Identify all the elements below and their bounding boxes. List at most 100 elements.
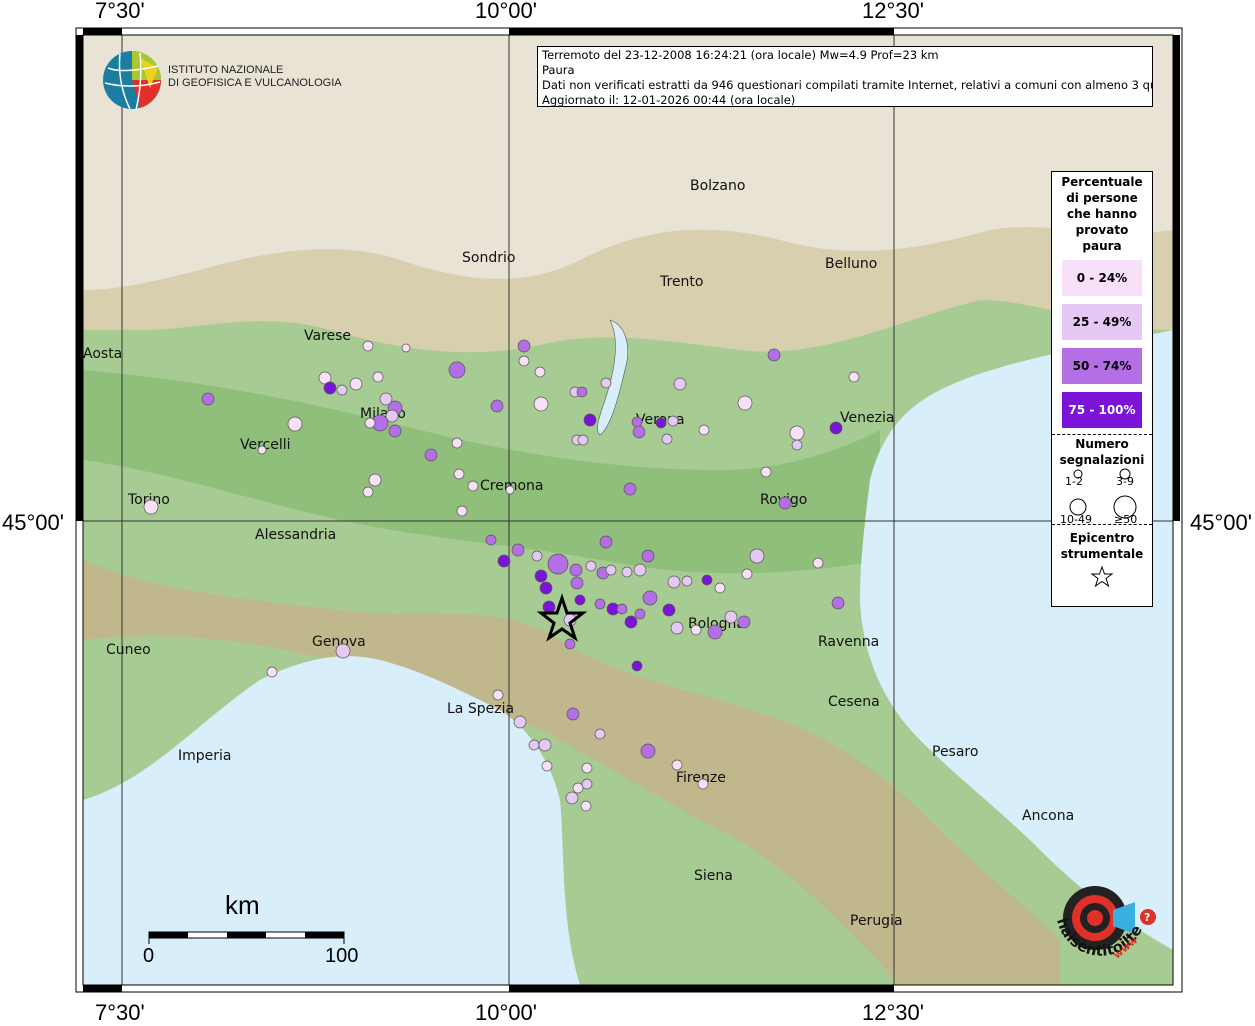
report-point[interactable]	[655, 417, 667, 429]
report-point[interactable]	[667, 575, 681, 589]
report-point[interactable]	[623, 482, 637, 496]
report-point[interactable]	[453, 468, 465, 480]
report-point[interactable]	[583, 413, 597, 427]
report-point[interactable]	[287, 416, 303, 432]
report-point[interactable]	[490, 399, 504, 413]
report-point[interactable]	[632, 425, 646, 439]
report-point[interactable]	[518, 355, 530, 367]
report-point[interactable]	[349, 377, 363, 391]
report-point[interactable]	[662, 603, 676, 617]
report-point[interactable]	[848, 371, 860, 383]
report-point[interactable]	[323, 381, 337, 395]
report-point[interactable]	[448, 361, 466, 379]
report-point[interactable]	[714, 582, 726, 594]
report-point[interactable]	[497, 554, 511, 568]
report-point[interactable]	[737, 395, 753, 411]
report-point[interactable]	[570, 576, 584, 590]
report-point[interactable]	[451, 437, 463, 449]
report-point[interactable]	[541, 760, 553, 772]
report-point[interactable]	[661, 433, 673, 445]
report-point[interactable]	[572, 782, 584, 794]
report-point[interactable]	[533, 396, 549, 412]
report-point[interactable]	[511, 543, 525, 557]
report-point[interactable]	[372, 371, 384, 383]
report-point[interactable]	[201, 392, 215, 406]
report-point[interactable]	[456, 505, 468, 517]
report-point[interactable]	[424, 448, 438, 462]
report-point[interactable]	[697, 778, 709, 790]
report-point[interactable]	[388, 424, 402, 438]
report-point[interactable]	[673, 377, 687, 391]
report-point[interactable]	[778, 496, 792, 510]
report-point[interactable]	[640, 743, 656, 759]
report-point[interactable]	[513, 715, 527, 729]
report-point[interactable]	[690, 624, 702, 636]
report-point[interactable]	[362, 486, 374, 498]
report-point[interactable]	[616, 603, 628, 615]
report-point[interactable]	[829, 421, 843, 435]
report-point[interactable]	[574, 594, 586, 606]
report-point[interactable]	[737, 615, 751, 629]
report-point[interactable]	[538, 738, 552, 752]
report-point[interactable]	[581, 762, 593, 774]
report-point[interactable]	[724, 610, 738, 624]
report-point[interactable]	[143, 499, 159, 515]
report-point[interactable]	[505, 485, 515, 495]
report-point[interactable]	[681, 575, 693, 587]
report-point[interactable]	[641, 549, 655, 563]
haisentito-logo[interactable]: ? haisentitoilterremoto.it www	[1027, 841, 1165, 985]
report-point[interactable]	[362, 340, 374, 352]
report-point[interactable]	[701, 574, 713, 586]
report-point[interactable]	[485, 534, 497, 546]
report-point[interactable]	[517, 339, 531, 353]
report-point[interactable]	[707, 624, 723, 640]
report-point[interactable]	[791, 439, 803, 451]
report-point[interactable]	[492, 689, 504, 701]
report-point[interactable]	[539, 581, 553, 595]
report-point[interactable]	[335, 643, 351, 659]
report-point[interactable]	[634, 608, 646, 620]
report-point[interactable]	[576, 386, 588, 398]
report-point[interactable]	[812, 557, 824, 569]
report-point[interactable]	[528, 739, 540, 751]
report-point[interactable]	[624, 615, 638, 629]
report-point[interactable]	[749, 548, 765, 564]
report-point[interactable]	[534, 366, 546, 378]
report-point[interactable]	[594, 598, 606, 610]
report-point[interactable]	[767, 348, 781, 362]
report-point[interactable]	[605, 564, 617, 576]
report-point[interactable]	[760, 466, 772, 478]
report-point[interactable]	[698, 424, 710, 436]
report-point[interactable]	[621, 566, 633, 578]
report-point[interactable]	[531, 550, 543, 562]
report-point[interactable]	[631, 416, 643, 428]
report-point[interactable]	[566, 707, 580, 721]
report-point[interactable]	[364, 417, 376, 429]
report-point[interactable]	[565, 791, 579, 805]
report-point[interactable]	[542, 600, 556, 614]
report-point[interactable]	[467, 480, 479, 492]
report-point[interactable]	[581, 778, 593, 790]
report-point[interactable]	[368, 473, 382, 487]
report-point[interactable]	[336, 384, 348, 396]
report-point[interactable]	[266, 666, 278, 678]
report-point[interactable]	[667, 415, 679, 427]
report-point[interactable]	[534, 569, 548, 583]
report-point[interactable]	[642, 590, 658, 606]
report-point[interactable]	[671, 759, 683, 771]
report-point[interactable]	[599, 535, 613, 549]
report-point[interactable]	[631, 660, 643, 672]
report-point[interactable]	[670, 621, 684, 635]
report-point[interactable]	[564, 638, 576, 650]
report-point[interactable]	[741, 568, 753, 580]
report-point[interactable]	[594, 728, 606, 740]
report-point[interactable]	[257, 445, 267, 455]
report-point[interactable]	[633, 563, 647, 577]
report-point[interactable]	[585, 560, 597, 572]
report-point[interactable]	[577, 434, 589, 446]
report-point[interactable]	[831, 596, 845, 610]
report-point[interactable]	[600, 377, 612, 389]
report-point[interactable]	[580, 800, 592, 812]
report-point[interactable]	[569, 563, 583, 577]
report-point[interactable]	[789, 425, 805, 441]
